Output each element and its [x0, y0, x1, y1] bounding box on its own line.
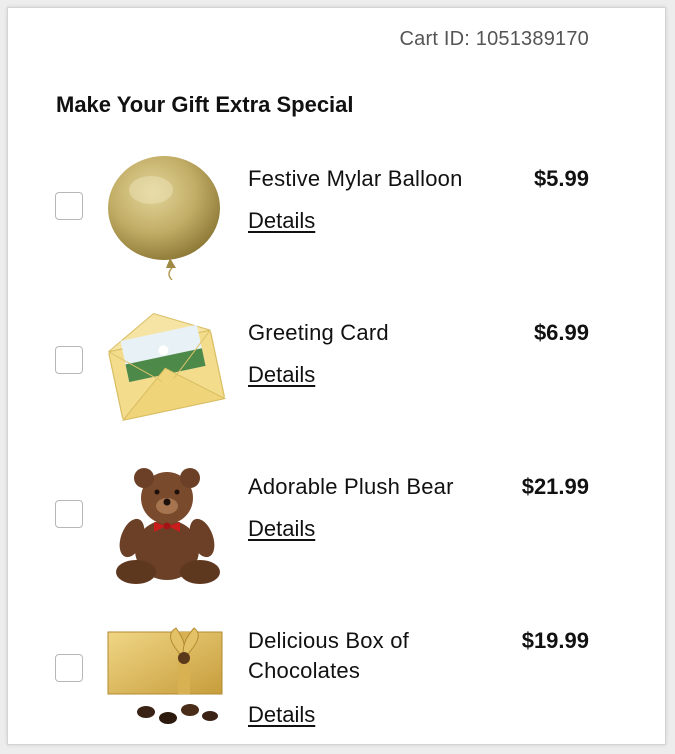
- chocolates-checkbox[interactable]: [55, 654, 83, 682]
- item-name: Delicious Box of Chocolates: [248, 628, 409, 683]
- item-price: $6.99: [533, 320, 589, 345]
- item-name: Festive Mylar Balloon: [248, 166, 463, 191]
- item-price: $21.99: [521, 474, 589, 499]
- plush-bear-checkbox[interactable]: [55, 500, 83, 528]
- plush-bear-image: [116, 468, 220, 584]
- details-link[interactable]: Details: [248, 208, 315, 234]
- details-link[interactable]: Details: [248, 702, 315, 728]
- item-name: Adorable Plush Bear: [248, 474, 454, 499]
- details-link[interactable]: Details: [248, 362, 315, 388]
- cart-id: Cart ID: 1051389170: [399, 28, 589, 50]
- balloon-image: [108, 156, 220, 280]
- item-price: $5.99: [533, 166, 589, 191]
- section-title: Make Your Gift Extra Special: [56, 92, 354, 117]
- details-link[interactable]: Details: [248, 516, 315, 542]
- chocolate-box-image: [107, 627, 223, 724]
- item-name: Greeting Card: [248, 320, 389, 345]
- item-price: $19.99: [521, 628, 589, 653]
- greeting-card-image: [108, 312, 227, 421]
- gift-addons-panel: Cart ID: 1051389170 Make Your Gift Extra…: [7, 7, 666, 745]
- balloon-checkbox[interactable]: [55, 192, 83, 220]
- greeting-card-checkbox[interactable]: [55, 346, 83, 374]
